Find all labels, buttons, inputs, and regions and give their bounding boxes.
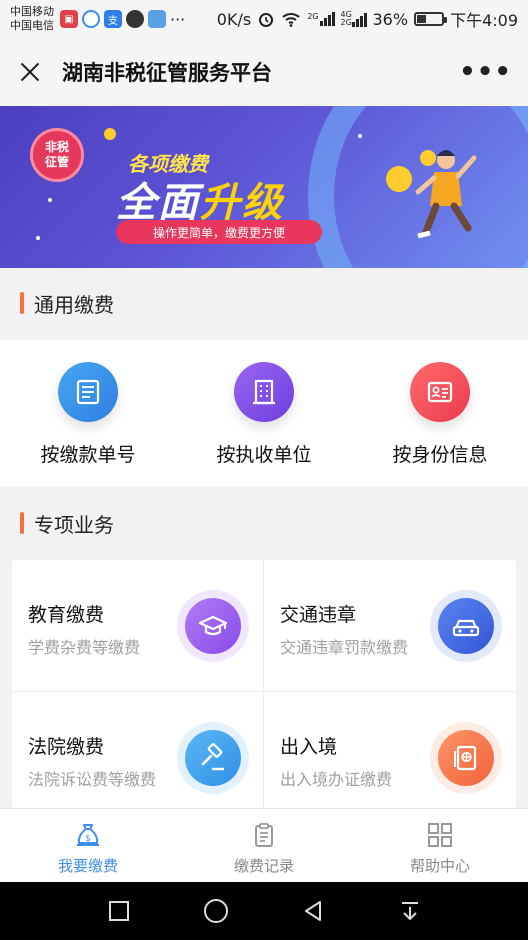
special-services-grid: 教育缴费 学费杂费等缴费 交通违章 交通违章罚款缴费 法院缴费 法院诉讼费等缴费… xyxy=(12,560,516,808)
notification-icons: ▣ 支 ··· xyxy=(60,10,185,29)
building-icon xyxy=(234,362,294,422)
document-icon xyxy=(58,362,118,422)
platform-badge: 非税征管 xyxy=(30,128,84,182)
special-section-header: 专项业务 xyxy=(0,488,528,558)
education-payment-desc: 学费杂费等缴费 xyxy=(28,638,141,657)
tab-payment-records-label: 缴费记录 xyxy=(233,857,294,875)
carrier-1: 中国移动 xyxy=(10,5,54,18)
battery-fill xyxy=(417,15,426,23)
message-notification-icon xyxy=(126,10,144,28)
more-notifications-icon: ··· xyxy=(170,9,186,29)
general-section-title: 通用缴费 xyxy=(34,292,114,317)
court-icon-halo xyxy=(177,722,249,794)
alarm-icon xyxy=(259,13,274,27)
star-decoration xyxy=(36,236,40,240)
alipay-notification-icon: 支 xyxy=(104,10,122,28)
clipboard-icon xyxy=(255,823,273,847)
banner-tagline: 操作更简单，缴费更方便 xyxy=(116,220,322,244)
app-notification-icon: ▣ xyxy=(60,10,78,28)
star-decoration xyxy=(358,134,362,138)
pull-down-icon xyxy=(401,902,418,921)
tab-help-center-label: 帮助中心 xyxy=(409,857,470,875)
signal-icon-2: 4G 2G xyxy=(341,11,367,27)
immigration-icon-halo xyxy=(430,722,502,794)
gavel-icon xyxy=(185,730,241,786)
coin-decoration xyxy=(104,128,116,140)
tab-make-payment[interactable]: $ 我要缴费 xyxy=(0,809,176,882)
circle-icon xyxy=(203,899,228,923)
battery-icon xyxy=(414,12,448,26)
coin-decoration xyxy=(386,166,412,192)
tab-help-center[interactable]: 帮助中心 xyxy=(352,809,528,882)
browser-notification-icon xyxy=(82,10,100,28)
bottom-tab-bar: $ 我要缴费 缴费记录 帮助中心 xyxy=(0,808,528,882)
title-bar: 湖南非税征管服务平台 ••• xyxy=(0,38,528,106)
close-icon[interactable] xyxy=(16,58,44,86)
court-payment-desc: 法院诉讼费等缴费 xyxy=(28,770,157,789)
pay-by-collecting-unit-button[interactable]: 按执收单位 xyxy=(176,340,352,486)
pay-by-collecting-unit-label: 按执收单位 xyxy=(216,444,312,466)
signal-icon-1: 2G xyxy=(307,12,335,26)
immigration-card[interactable]: 出入境 出入境办证缴费 xyxy=(264,692,516,808)
star-decoration xyxy=(48,198,52,202)
passport-icon xyxy=(438,730,494,786)
id-card-icon xyxy=(410,362,470,422)
general-section-header: 通用缴费 xyxy=(0,268,528,338)
graduation-cap-icon xyxy=(185,598,241,654)
traffic-violation-desc: 交通违章罚款缴费 xyxy=(280,638,409,657)
image-notification-icon xyxy=(148,10,166,28)
grid-icon xyxy=(428,823,452,847)
square-icon xyxy=(108,901,129,921)
more-options-button[interactable]: ••• xyxy=(459,57,512,87)
notification-shade-button[interactable] xyxy=(390,891,430,931)
back-button[interactable] xyxy=(293,891,333,931)
immigration-desc: 出入境办证缴费 xyxy=(280,770,393,789)
page-title: 湖南非税征管服务平台 xyxy=(62,61,272,85)
carrier-info: 中国移动 中国电信 xyxy=(10,5,54,33)
status-bar: 中国移动 中国电信 ▣ 支 ··· 0K/s 2G 4G 2G 36% 下午4:… xyxy=(0,0,528,38)
traffic-violation-card[interactable]: 交通违章 交通违章罚款缴费 xyxy=(264,560,516,692)
tab-payment-records[interactable]: 缴费记录 xyxy=(176,809,352,882)
promo-banner[interactable]: 非税征管 各项缴费 全面升级 操作更简单，缴费更方便 xyxy=(0,106,528,268)
car-icon xyxy=(438,598,494,654)
svg-text:$: $ xyxy=(85,834,91,844)
wifi-icon xyxy=(282,13,300,27)
back-triangle-icon xyxy=(304,901,321,921)
battery-percent: 36% xyxy=(372,9,409,29)
network-speed: 0K/s xyxy=(216,9,252,29)
pay-by-identity-button[interactable]: 按身份信息 xyxy=(352,340,528,486)
tab-make-payment-label: 我要缴费 xyxy=(57,857,118,875)
court-payment-card[interactable]: 法院缴费 法院诉讼费等缴费 xyxy=(12,692,264,808)
carrier-2: 中国电信 xyxy=(10,19,54,32)
special-section-title: 专项业务 xyxy=(34,512,114,537)
general-payments-panel: 按缴款单号 按执收单位 按身份信息 xyxy=(0,340,528,486)
pay-by-slip-number-label: 按缴款单号 xyxy=(40,444,136,466)
money-bag-icon: $ xyxy=(77,824,99,846)
pay-by-identity-label: 按身份信息 xyxy=(392,444,488,466)
section-accent-bar xyxy=(20,512,24,534)
section-accent-bar xyxy=(20,292,24,314)
system-nav-bar xyxy=(0,882,528,940)
education-icon-halo xyxy=(177,590,249,662)
education-payment-card[interactable]: 教育缴费 学费杂费等缴费 xyxy=(12,560,264,692)
traffic-icon-halo xyxy=(430,590,502,662)
recent-apps-button[interactable] xyxy=(99,891,139,931)
pay-by-slip-number-button[interactable]: 按缴款单号 xyxy=(0,340,176,486)
person-illustration xyxy=(415,150,477,239)
home-button[interactable] xyxy=(196,891,236,931)
clock: 下午4:09 xyxy=(450,11,518,30)
